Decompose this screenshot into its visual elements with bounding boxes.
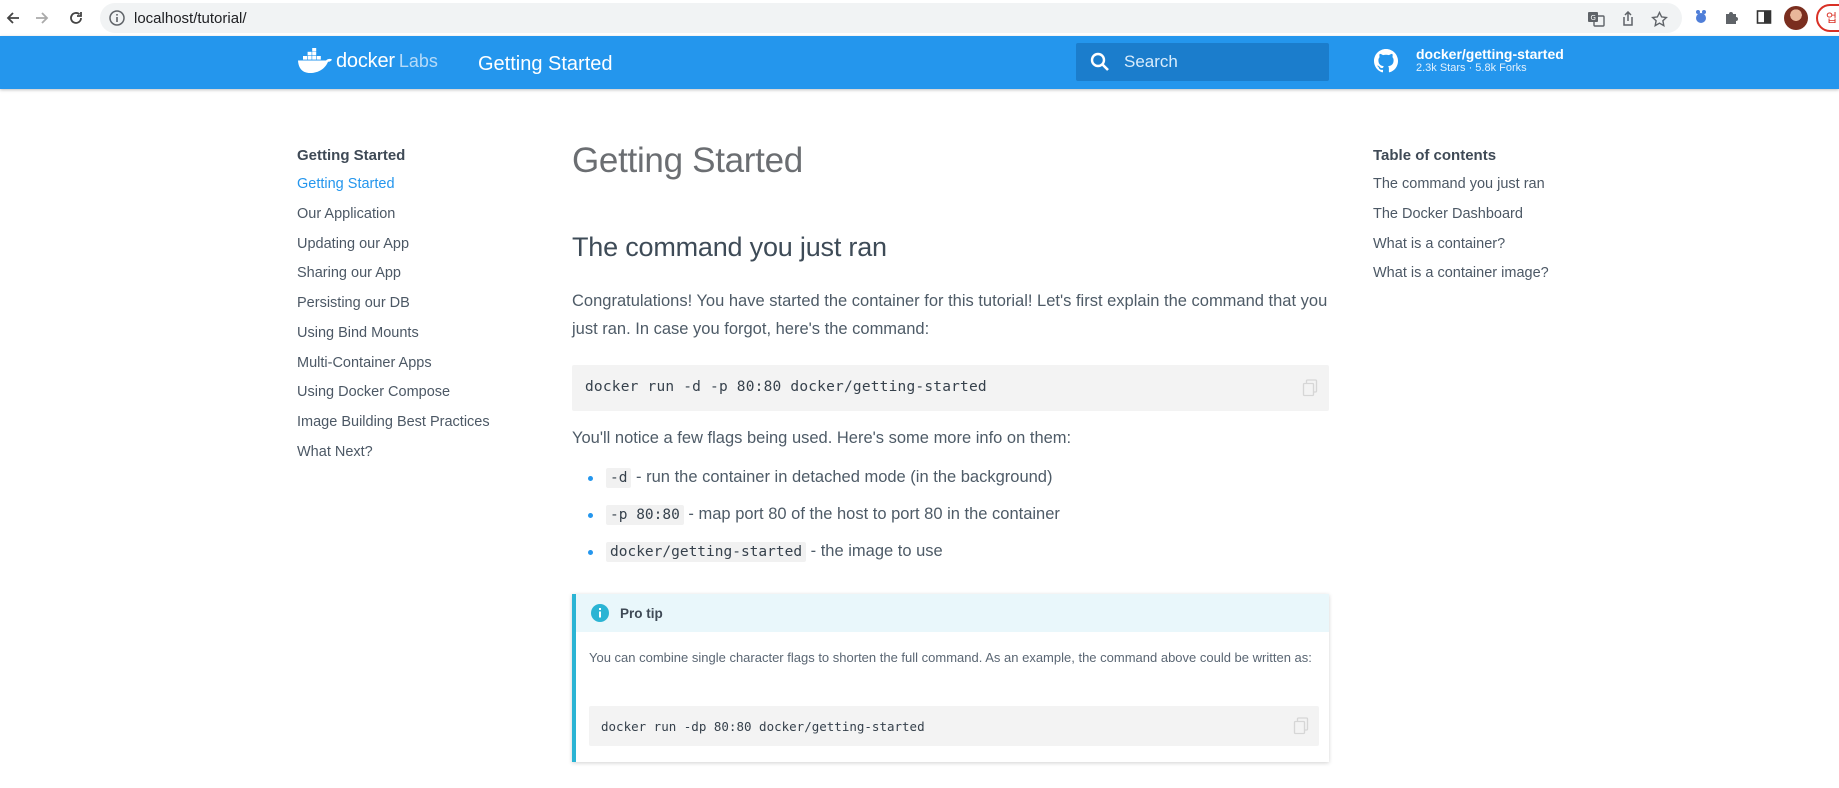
nav-heading: Getting Started	[297, 147, 406, 164]
pro-tip-title: Pro tip	[620, 605, 663, 621]
toc-item-what-is-a-container-image[interactable]: What is a container image?	[1373, 265, 1613, 283]
site-title[interactable]: Getting Started	[478, 53, 613, 76]
pro-tip-code-block: docker run -dp 80:80 docker/getting-star…	[589, 706, 1319, 746]
nav-item-what-next[interactable]: What Next?	[297, 444, 527, 462]
update-button[interactable]: 업	[1816, 4, 1839, 32]
extension-icon[interactable]	[1691, 7, 1711, 27]
info-icon	[590, 603, 610, 623]
pro-tip-callout: Pro tip You can combine single character…	[572, 594, 1329, 762]
pro-tip-body: You can combine single character flags t…	[589, 650, 1312, 665]
repo-link[interactable]: docker/getting-started 2.3k Stars · 5.8k…	[1372, 46, 1564, 75]
toc-item-what-is-a-container[interactable]: What is a container?	[1373, 236, 1613, 254]
browser-toolbar: localhost/tutorial/ G 업	[0, 0, 1839, 36]
logo-labs-text: Labs	[398, 50, 438, 71]
puzzle-icon[interactable]	[1722, 7, 1742, 27]
section-heading: The command you just ran	[572, 232, 887, 262]
reload-icon[interactable]	[63, 5, 89, 31]
nav-item-using-docker-compose[interactable]: Using Docker Compose	[297, 384, 527, 402]
command-code-block: docker run -d -p 80:80 docker/getting-st…	[572, 365, 1329, 411]
nav-item-using-bind-mounts[interactable]: Using Bind Mounts	[297, 325, 527, 343]
share-icon[interactable]	[1618, 9, 1638, 29]
nav-item-multi-container-apps[interactable]: Multi-Container Apps	[297, 355, 527, 373]
logo-docker-text: docker	[336, 49, 395, 72]
flag-description: - the image to use	[806, 542, 943, 560]
copy-icon[interactable]	[1302, 379, 1318, 397]
nav-item-persisting-our-db[interactable]: Persisting our DB	[297, 295, 527, 313]
flag-description: - map port 80 of the host to port 80 in …	[683, 505, 1060, 523]
nav-item-updating-our-app[interactable]: Updating our App	[297, 236, 527, 254]
search-icon	[1088, 50, 1112, 74]
list-item: -d - run the container in detached mode …	[572, 463, 1329, 500]
github-icon	[1374, 48, 1398, 72]
search-box[interactable]	[1076, 43, 1329, 81]
site-info-icon[interactable]	[108, 9, 126, 32]
toc-item-command-you-just-ran[interactable]: The command you just ran	[1373, 176, 1613, 194]
flag-code: docker/getting-started	[606, 542, 807, 562]
list-item: -p 80:80 - map port 80 of the host to po…	[572, 500, 1329, 537]
nav-item-our-application[interactable]: Our Application	[297, 206, 527, 224]
intro-paragraph: Congratulations! You have started the co…	[572, 292, 1328, 338]
nav-item-image-building-best-practices[interactable]: Image Building Best Practices	[297, 414, 527, 432]
toc-heading: Table of contents	[1373, 147, 1497, 164]
flag-code: -d	[606, 468, 632, 488]
search-input[interactable]	[1122, 51, 1316, 73]
flags-list: -d - run the container in detached mode …	[572, 463, 1329, 574]
flags-intro: You'll notice a few flags being used. He…	[572, 429, 1072, 447]
profile-avatar[interactable]	[1784, 6, 1808, 30]
bullet-icon	[588, 513, 593, 518]
pro-tip-header: Pro tip	[576, 594, 1329, 632]
pro-tip-command: docker run -dp 80:80 docker/getting-star…	[601, 719, 925, 734]
bookmark-star-icon[interactable]	[1649, 9, 1669, 29]
list-item: docker/getting-started - the image to us…	[572, 537, 1329, 574]
left-navigation: Getting Started Getting Started Our Appl…	[297, 147, 527, 474]
docker-whale-icon	[298, 48, 332, 73]
nav-item-getting-started[interactable]: Getting Started	[297, 176, 527, 194]
repo-name: docker/getting-started	[1416, 46, 1564, 62]
back-icon[interactable]	[0, 5, 26, 31]
flag-code: -p 80:80	[606, 505, 684, 525]
bullet-icon	[588, 476, 593, 481]
docker-labs-logo[interactable]: docker Labs	[297, 48, 438, 74]
translate-icon[interactable]: G	[1586, 9, 1606, 29]
flag-description: - run the container in detached mode (in…	[631, 468, 1053, 486]
command-code: docker run -d -p 80:80 docker/getting-st…	[585, 379, 987, 395]
bullet-icon	[588, 550, 593, 555]
toc-item-docker-dashboard[interactable]: The Docker Dashboard	[1373, 206, 1613, 224]
page-title: Getting Started	[572, 141, 803, 180]
side-panel-icon[interactable]	[1754, 7, 1774, 27]
repo-facts: 2.3k Stars · 5.8k Forks	[1416, 62, 1527, 74]
main-content: Getting Started The command you just ran…	[572, 140, 1329, 762]
svg-text:G: G	[1591, 14, 1596, 22]
url-text[interactable]: localhost/tutorial/	[134, 10, 247, 27]
site-header: docker Labs Getting Started docker/getti…	[0, 36, 1839, 89]
table-of-contents: Table of contents The command you just r…	[1373, 147, 1613, 295]
nav-item-sharing-our-app[interactable]: Sharing our App	[297, 265, 527, 283]
copy-icon[interactable]	[1293, 717, 1309, 735]
forward-icon[interactable]	[29, 5, 55, 31]
address-bar[interactable]: localhost/tutorial/ G	[100, 3, 1682, 33]
